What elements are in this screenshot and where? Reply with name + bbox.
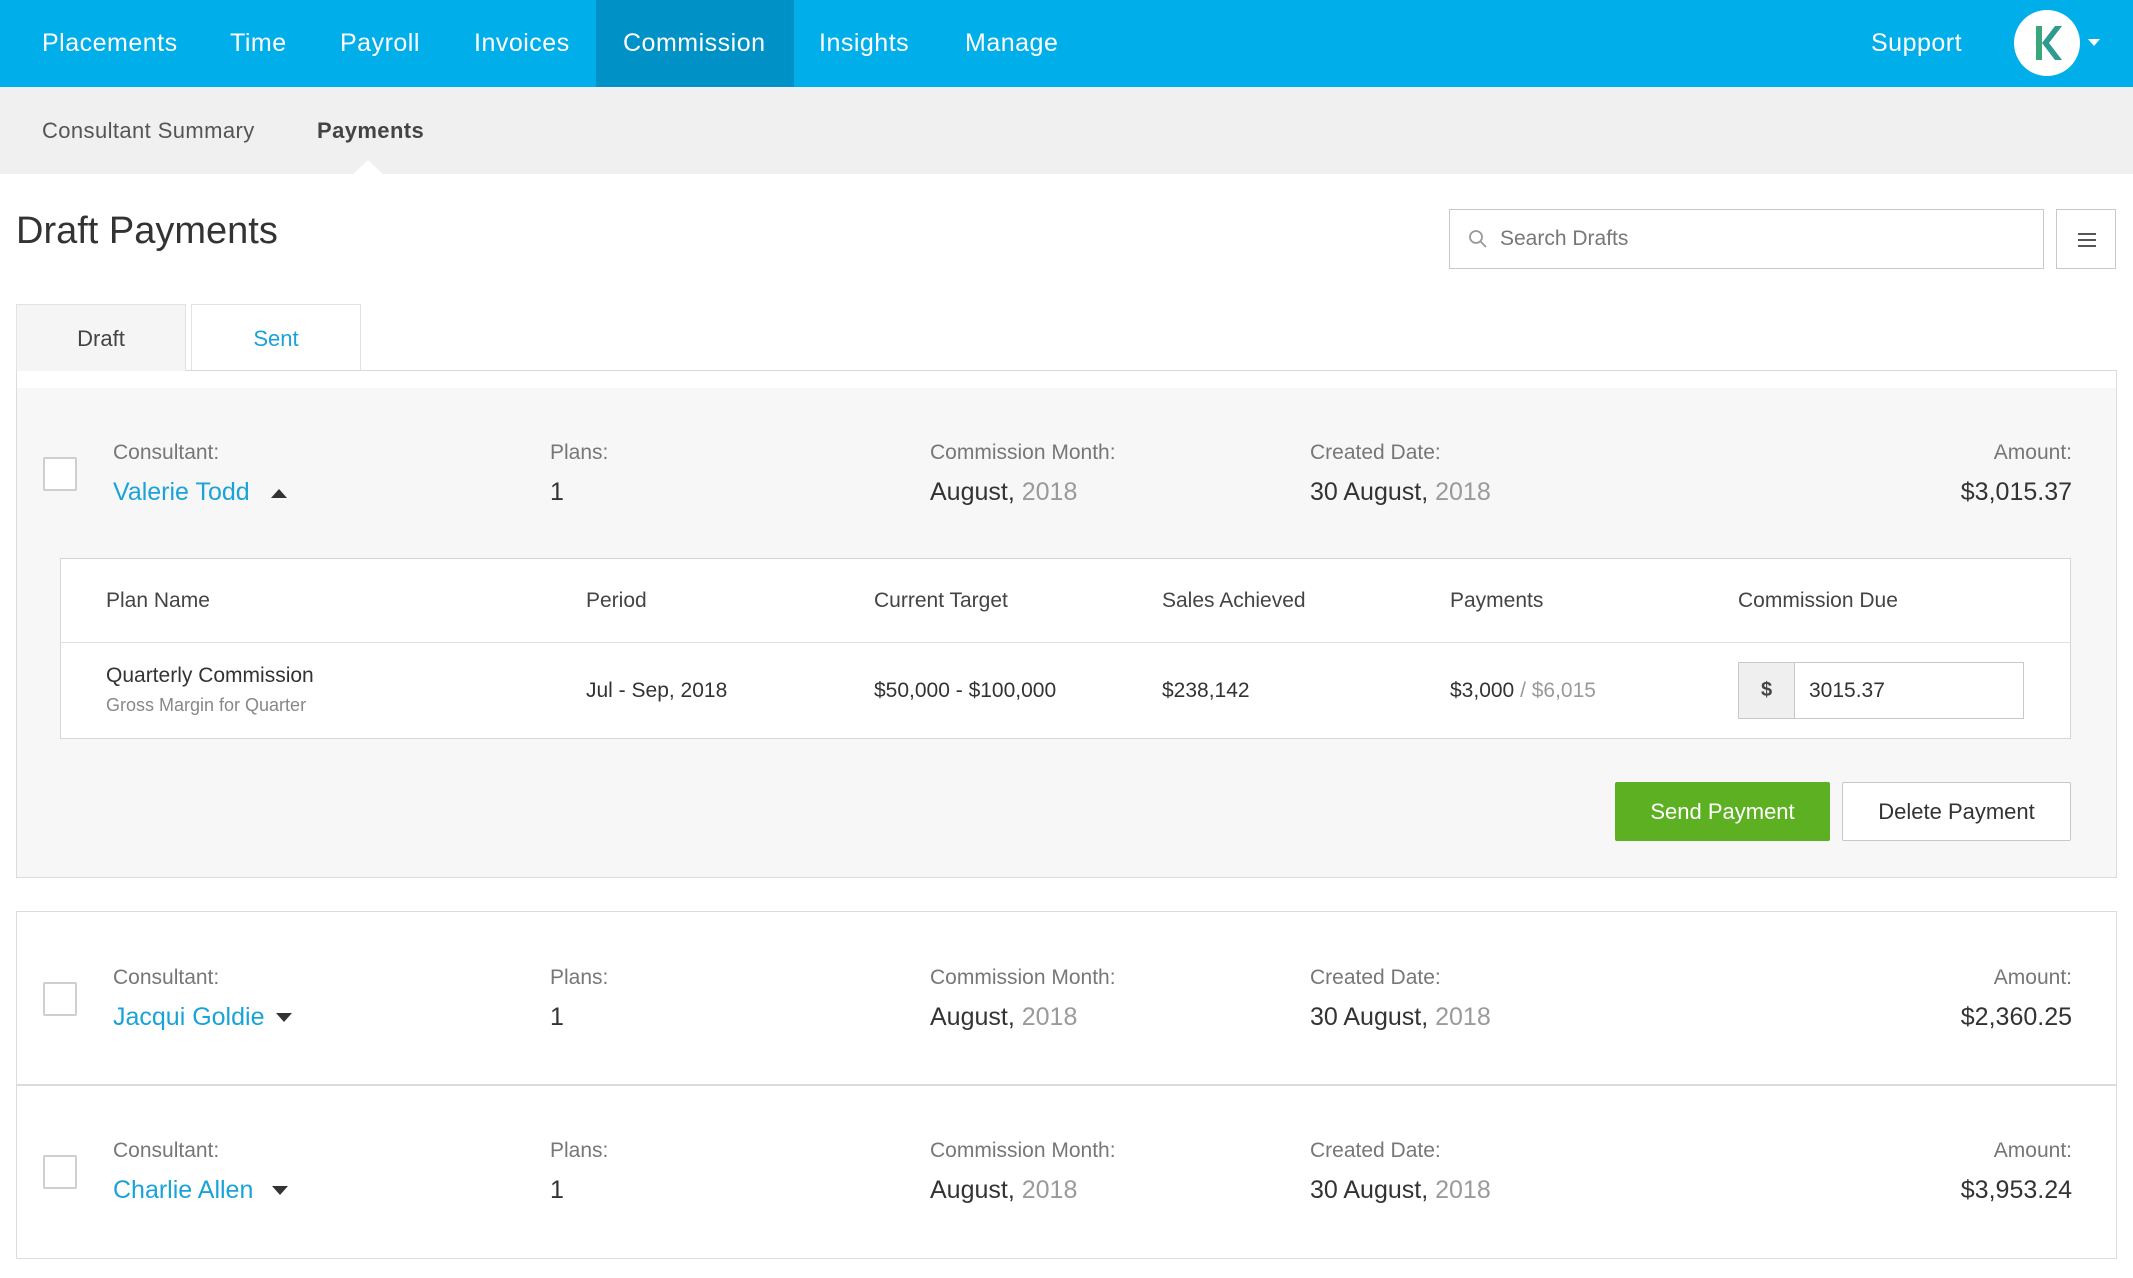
created-date-label: Created Date: xyxy=(1310,1139,1441,1162)
payment-checkbox[interactable] xyxy=(43,457,77,491)
consultant-label: Consultant: xyxy=(113,1139,220,1162)
amount-label: Amount: xyxy=(1993,441,2072,464)
commission-month: August, 2018 xyxy=(930,1003,1078,1031)
plan-current-target: $50,000 - $100,000 xyxy=(874,679,1057,702)
col-plan-name: Plan Name xyxy=(106,589,210,612)
chevron-down-icon[interactable] xyxy=(276,1013,292,1022)
consultant-name-link[interactable]: Jacqui Goldie xyxy=(113,1003,264,1032)
plan-payments: $3,000 / $6,015 xyxy=(1450,679,1596,702)
plan-sales-achieved: $238,142 xyxy=(1162,679,1250,702)
col-period: Period xyxy=(586,589,647,612)
col-sales-achieved: Sales Achieved xyxy=(1162,589,1306,612)
commission-month-label: Commission Month: xyxy=(930,1139,1116,1162)
search-icon xyxy=(1469,230,1487,248)
subnav-consultant-summary[interactable]: Consultant Summary xyxy=(42,87,255,174)
created-date-label: Created Date: xyxy=(1310,966,1441,989)
sub-navbar: Consultant Summary Payments xyxy=(0,87,2133,174)
payment-card xyxy=(16,911,2117,1085)
nav-support[interactable]: Support xyxy=(1844,0,1989,87)
payment-checkbox[interactable] xyxy=(43,1155,77,1189)
search-input[interactable] xyxy=(1500,210,2030,268)
plans-count: 1 xyxy=(550,1003,564,1031)
plan-subtitle: Gross Margin for Quarter xyxy=(106,695,307,715)
amount-value: $3,015.37 xyxy=(1960,478,2072,506)
col-payments: Payments xyxy=(1450,589,1544,612)
plan-name: Quarterly Commission xyxy=(106,664,314,687)
col-current-target: Current Target xyxy=(874,589,1008,612)
search-box[interactable] xyxy=(1449,209,2044,269)
plans-label: Plans: xyxy=(550,1139,609,1162)
nav-invoices[interactable]: Invoices xyxy=(447,0,597,87)
plan-table-header: Plan Name Period Current Target Sales Ac… xyxy=(61,559,2070,643)
plan-period: Jul - Sep, 2018 xyxy=(586,679,728,702)
consultant-name-link[interactable]: Charlie Allen xyxy=(113,1176,253,1205)
tab-sent[interactable]: Sent xyxy=(191,304,361,371)
hamburger-icon xyxy=(2078,233,2096,235)
chevron-up-icon[interactable] xyxy=(271,489,287,498)
subnav-active-pointer xyxy=(352,160,384,175)
plans-count: 1 xyxy=(550,1176,564,1204)
commission-due-input[interactable] xyxy=(1794,662,2024,719)
nav-payroll[interactable]: Payroll xyxy=(313,0,447,87)
commission-month-label: Commission Month: xyxy=(930,441,1116,464)
menu-button[interactable] xyxy=(2056,209,2116,269)
nav-commission[interactable]: Commission xyxy=(596,0,794,87)
tab-draft[interactable]: Draft xyxy=(16,304,186,371)
amount-value: $2,360.25 xyxy=(1960,1003,2072,1031)
created-date: 30 August, 2018 xyxy=(1310,478,1491,506)
nav-insights[interactable]: Insights xyxy=(792,0,936,87)
plans-label: Plans: xyxy=(550,966,609,989)
amount-label: Amount: xyxy=(1993,966,2072,989)
created-date: 30 August, 2018 xyxy=(1310,1176,1491,1204)
plans-label: Plans: xyxy=(550,441,609,464)
nav-time[interactable]: Time xyxy=(203,0,314,87)
consultant-label: Consultant: xyxy=(113,966,220,989)
currency-addon: $ xyxy=(1738,662,1795,719)
created-date: 30 August, 2018 xyxy=(1310,1003,1491,1031)
send-payment-button[interactable]: Send Payment xyxy=(1615,782,1830,841)
avatar-logo-icon xyxy=(2036,26,2062,60)
payment-card xyxy=(16,1085,2117,1259)
commission-month: August, 2018 xyxy=(930,478,1078,506)
consultant-name-link[interactable]: Valerie Todd xyxy=(113,478,250,507)
nav-manage[interactable]: Manage xyxy=(938,0,1085,87)
delete-payment-button[interactable]: Delete Payment xyxy=(1842,782,2071,841)
created-date-label: Created Date: xyxy=(1310,441,1441,464)
page-title: Draft Payments xyxy=(16,210,278,252)
amount-value: $3,953.24 xyxy=(1960,1176,2072,1204)
amount-label: Amount: xyxy=(1993,1139,2072,1162)
chevron-down-icon[interactable] xyxy=(2088,39,2100,46)
avatar[interactable] xyxy=(2014,10,2080,76)
col-commission-due: Commission Due xyxy=(1738,589,1898,612)
consultant-label: Consultant: xyxy=(113,441,220,464)
payment-checkbox[interactable] xyxy=(43,982,77,1016)
chevron-down-icon[interactable] xyxy=(272,1186,288,1195)
plans-count: 1 xyxy=(550,478,564,506)
commission-month: August, 2018 xyxy=(930,1176,1078,1204)
nav-placements[interactable]: Placements xyxy=(15,0,205,87)
top-navbar: Placements Time Payroll Invoices Commiss… xyxy=(0,0,2133,87)
commission-month-label: Commission Month: xyxy=(930,966,1116,989)
